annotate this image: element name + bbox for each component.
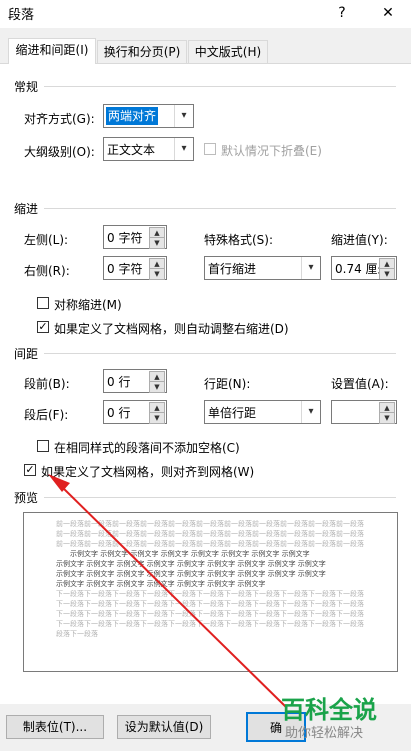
watermark-title: 百科全说 — [281, 696, 377, 724]
watermark-subtitle: 助你轻松解决 — [285, 726, 364, 741]
watermark-logo: 百科全说 助你轻松解决 — [281, 690, 401, 742]
set-as-default-button[interactable]: 设为默认值(D) — [117, 715, 211, 739]
annotation-arrow-icon — [48, 474, 288, 709]
tab-indents-spacing[interactable]: 缩进和间距(I) — [8, 38, 96, 64]
tabs-button[interactable]: 制表位(T)... — [6, 715, 104, 739]
